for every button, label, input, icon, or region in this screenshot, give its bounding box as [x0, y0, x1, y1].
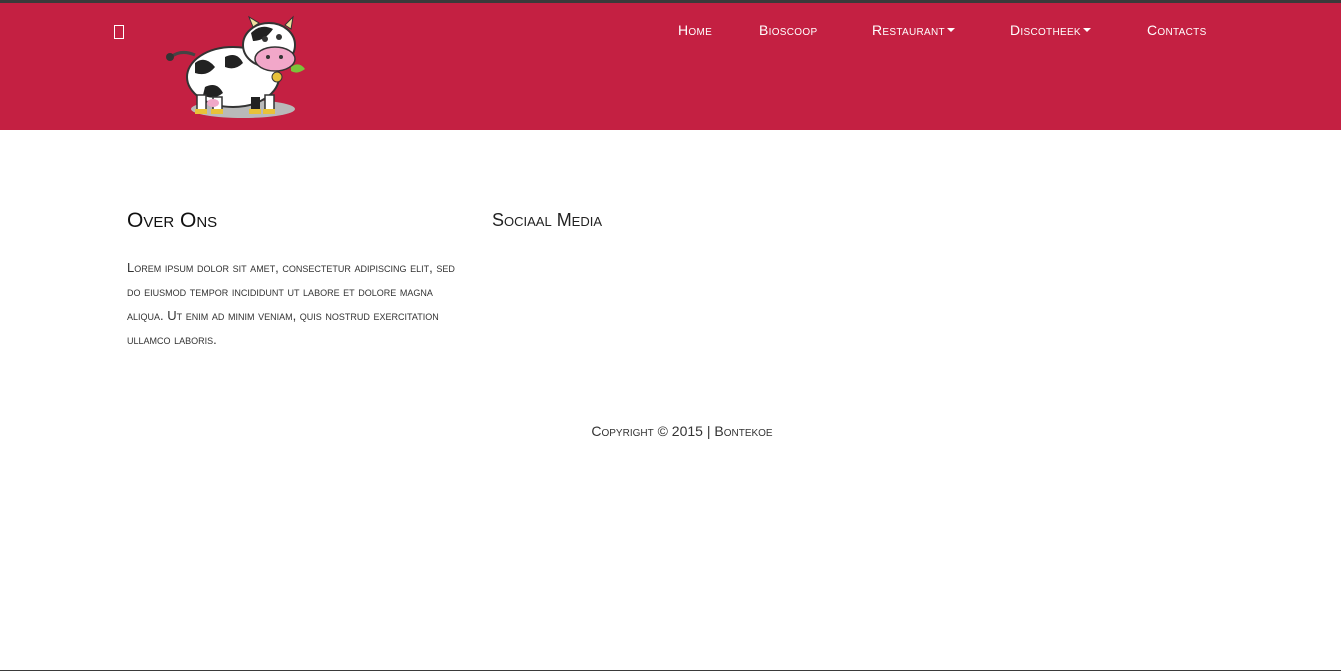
nav-restaurant[interactable]: Restaurant — [872, 22, 955, 38]
nav-discotheek-label: Discotheek — [1010, 22, 1081, 38]
nav-home[interactable]: Home — [678, 22, 712, 38]
chevron-down-icon — [946, 28, 955, 33]
site-header: Home Bioscoop Restaurant Discotheek Cont… — [0, 3, 1341, 130]
social-media-heading: Sociaal Media — [492, 210, 603, 230]
about-heading: Over Ons — [127, 209, 218, 232]
about-text: Lorem ipsum dolor sit amet, consectetur … — [127, 260, 455, 347]
nav-restaurant-label: Restaurant — [872, 22, 945, 38]
copyright-text: Copyright © 2015 | Bontekoe — [591, 423, 773, 439]
chevron-down-icon — [1082, 28, 1091, 33]
nav-contacts[interactable]: Contacts — [1147, 22, 1207, 38]
nav-discotheek[interactable]: Discotheek — [1010, 22, 1091, 38]
main-nav: Home Bioscoop Restaurant Discotheek Cont… — [0, 22, 1341, 46]
nav-bioscoop[interactable]: Bioscoop — [759, 22, 817, 38]
